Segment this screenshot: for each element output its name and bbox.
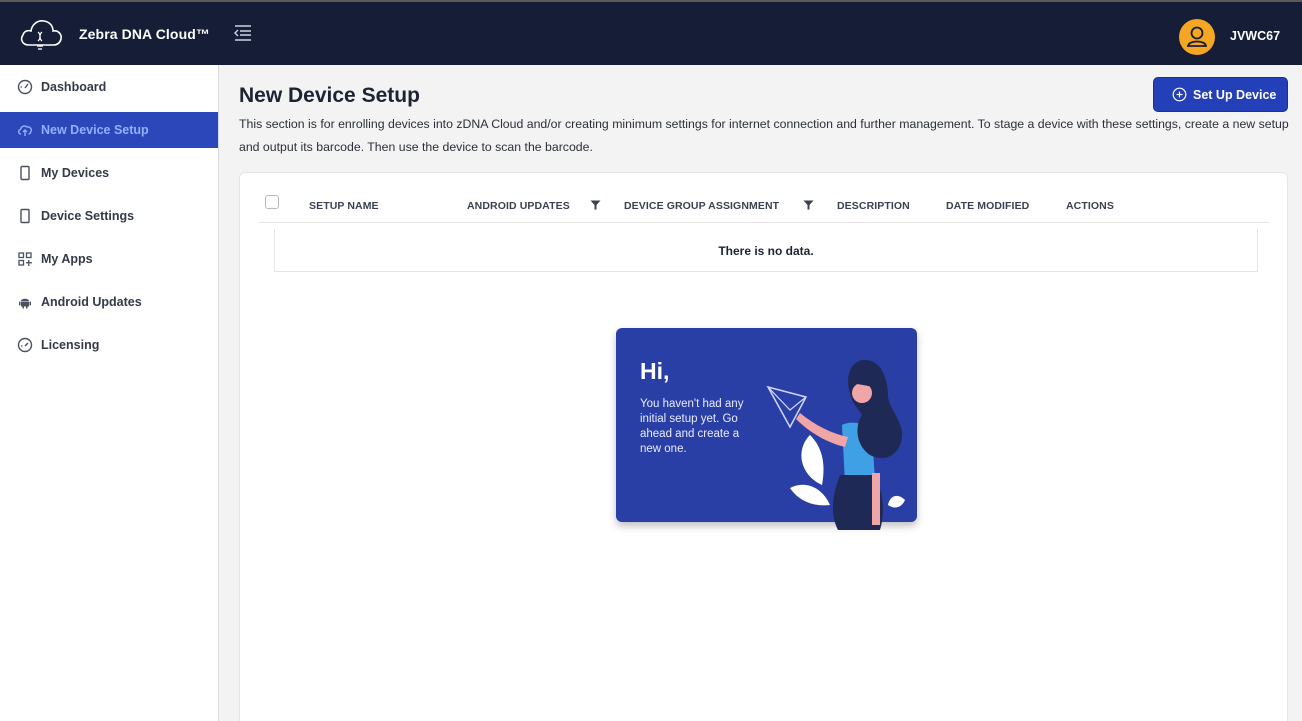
sidebar-item-dashboard[interactable]: Dashboard [0, 69, 218, 105]
user-avatar[interactable] [1179, 19, 1215, 55]
sidebar-item-label: Device Settings [41, 209, 135, 223]
sidebar-item-label: Dashboard [41, 80, 107, 94]
column-header-date-modified[interactable]: DATE MODIFIED [946, 200, 1029, 212]
column-header-setup-name[interactable]: SETUP NAME [309, 200, 379, 212]
top-bar: Zebra DNA Cloud™ JVWC67 [0, 0, 1302, 65]
sidebar-item-label: My Apps [41, 252, 93, 266]
sidebar: Dashboard New Device Setup My Devices De… [0, 65, 219, 721]
column-header-android-updates[interactable]: ANDROID UPDATES [467, 200, 570, 212]
sidebar-item-my-devices[interactable]: My Devices [0, 155, 218, 191]
no-data-text: There is no data. [718, 244, 814, 258]
set-up-device-label: Set Up Device [1193, 88, 1277, 102]
sidebar-item-android-updates[interactable]: Android Updates [0, 284, 218, 320]
empty-state-title: Hi, [640, 358, 670, 384]
brand-name: Zebra DNA Cloud™ [79, 26, 210, 42]
sidebar-item-licensing[interactable]: Licensing [0, 327, 218, 363]
filter-icon[interactable] [803, 200, 814, 210]
column-header-description[interactable]: DESCRIPTION [837, 200, 910, 212]
phone-icon [20, 208, 30, 224]
empty-state-message: You haven't had any initial setup yet. G… [640, 398, 744, 455]
filter-icon[interactable] [590, 200, 601, 210]
page-title: New Device Setup [239, 84, 420, 107]
column-header-actions: ACTIONS [1066, 200, 1114, 212]
sidebar-item-label: Android Updates [41, 295, 142, 309]
sidebar-item-label: New Device Setup [41, 123, 149, 137]
woman-paper-plane-illustration [766, 360, 905, 530]
sidebar-item-my-apps[interactable]: My Apps [0, 241, 218, 277]
cloud-logo-icon [20, 20, 62, 50]
table-header-divider [258, 222, 1269, 223]
username[interactable]: JVWC67 [1230, 29, 1280, 43]
android-icon [19, 298, 31, 309]
set-up-device-button[interactable]: Set Up Device [1153, 77, 1288, 112]
collapse-menu-icon[interactable] [233, 24, 253, 42]
column-header-device-group-assignment[interactable]: DEVICE GROUP ASSIGNMENT [624, 200, 779, 212]
sidebar-item-label: Licensing [41, 338, 100, 352]
phone-icon [20, 165, 30, 181]
dashboard-icon [17, 79, 33, 95]
plus-circle-icon [1172, 87, 1187, 102]
page-description: This section is for enrolling devices in… [239, 117, 1289, 154]
cloud-upload-icon [17, 125, 32, 136]
sidebar-item-label: My Devices [41, 166, 110, 180]
sidebar-item-device-settings[interactable]: Device Settings [0, 198, 218, 234]
select-all-checkbox[interactable] [265, 195, 279, 209]
gauge-icon [17, 337, 33, 353]
user-icon [1186, 26, 1208, 47]
sidebar-item-new-device-setup[interactable]: New Device Setup [0, 112, 218, 148]
apps-icon [18, 252, 32, 266]
